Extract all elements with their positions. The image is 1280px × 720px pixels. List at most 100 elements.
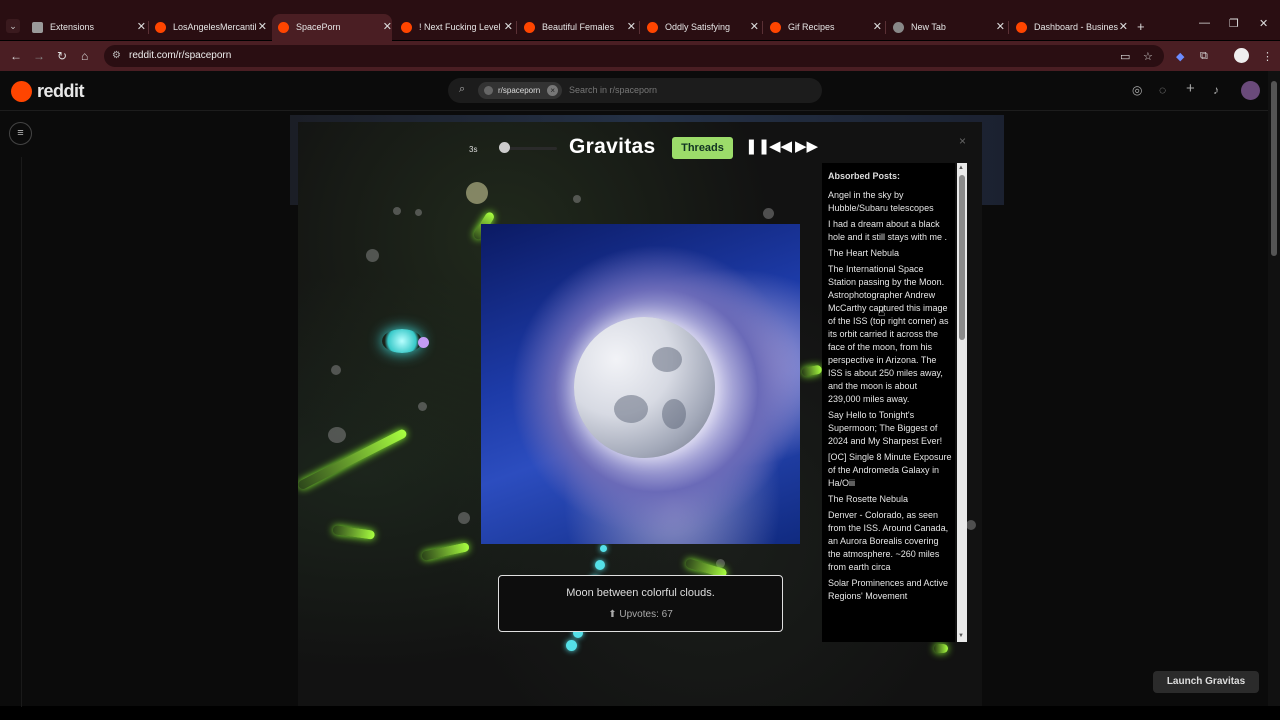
close-icon[interactable]: ✕	[137, 14, 146, 41]
mouse-cursor-icon: ☝	[878, 305, 886, 319]
speed-label: 3s	[469, 145, 478, 154]
reddit-wordmark[interactable]: reddit	[37, 81, 85, 102]
scroll-down-arrow-icon[interactable]: ▼	[958, 633, 964, 639]
close-icon[interactable]: ✕	[504, 14, 513, 41]
upvotes-count: ⬆ Upvotes: 67	[499, 609, 782, 620]
particle	[331, 365, 341, 375]
overlay-close-button[interactable]: ×	[959, 134, 966, 148]
page-scrollbar[interactable]	[1268, 71, 1280, 706]
absorbed-posts-panel: Absorbed Posts: Angel in the sky by Hubb…	[822, 163, 955, 642]
create-post-icon[interactable]: +	[1186, 80, 1195, 97]
close-icon[interactable]: ✕	[1119, 14, 1128, 41]
tab-label: ! Next Fucking Level	[419, 22, 501, 32]
caption-title: Moon between colorful clouds.	[566, 587, 715, 599]
close-icon[interactable]: ✕	[750, 14, 759, 41]
tab-extensions[interactable]: Extensions ✕	[26, 14, 146, 41]
panel-scrollbar-thumb[interactable]	[959, 175, 965, 340]
particle	[966, 520, 976, 530]
absorbed-posts-heading: Absorbed Posts:	[828, 171, 901, 181]
tab-losangelesmercantile[interactable]: LosAngelesMercantil ✕	[149, 14, 267, 41]
profile-avatar[interactable]	[1234, 48, 1249, 63]
absorbed-post-item[interactable]: The Heart Nebula	[828, 247, 952, 260]
window-close-icon[interactable]: ✕	[1259, 17, 1268, 30]
speed-slider-track[interactable]	[505, 147, 557, 150]
reddit-logo-icon[interactable]	[11, 81, 32, 102]
particle	[415, 209, 422, 216]
close-icon[interactable]: ✕	[996, 14, 1005, 41]
reddit-icon	[278, 22, 289, 33]
particle	[600, 545, 607, 552]
chat-icon[interactable]: ◌	[1159, 83, 1166, 97]
sidebar-divider	[21, 157, 22, 707]
particle	[418, 402, 427, 411]
page-scrollbar-thumb[interactable]	[1271, 81, 1277, 256]
pause-icon[interactable]: ❚❚	[745, 137, 770, 155]
subreddit-chip[interactable]: r/spaceporn ×	[478, 82, 563, 99]
hamburger-menu-icon[interactable]: ≡	[9, 122, 32, 145]
close-icon[interactable]: ✕	[873, 14, 882, 41]
absorbed-post-item[interactable]: Denver - Colorado, as seen from the ISS.…	[828, 509, 952, 574]
reddit-icon	[401, 22, 412, 33]
absorbed-post-item[interactable]: Solar Prominences and Active Regions' Mo…	[828, 577, 952, 603]
launch-gravitas-button[interactable]: Launch Gravitas	[1153, 671, 1259, 693]
tab-oddly-satisfying[interactable]: Oddly Satisfying ✕	[641, 14, 759, 41]
tab-label: Oddly Satisfying	[665, 22, 731, 32]
particle	[366, 249, 379, 262]
forward-icon[interactable]: →	[33, 49, 45, 63]
speed-slider-knob[interactable]	[499, 142, 510, 153]
reload-icon[interactable]: ↻	[57, 49, 67, 63]
tab-label: SpacePorn	[296, 22, 341, 32]
post-image[interactable]	[481, 224, 800, 544]
close-icon[interactable]: ✕	[627, 14, 636, 41]
browser-menu-icon[interactable]: ⋮	[1262, 50, 1273, 63]
chip-clear-icon[interactable]: ×	[547, 85, 559, 96]
subreddit-avatar	[484, 86, 493, 95]
upvote-arrow-icon: ⬆	[608, 609, 620, 620]
notification-bell-icon[interactable]: ♪	[1213, 83, 1219, 97]
restore-icon[interactable]: ❐	[1229, 17, 1239, 30]
fast-forward-icon[interactable]: ▶▶	[795, 137, 818, 155]
install-app-icon[interactable]: ▭	[1120, 50, 1130, 63]
close-icon[interactable]: ✕	[258, 14, 267, 41]
tab-spaceporn[interactable]: SpacePorn ✕	[272, 14, 392, 41]
tab-dashboard[interactable]: Dashboard - Busines ✕	[1010, 14, 1128, 41]
search-input[interactable]: Search in r/spaceporn	[569, 85, 657, 95]
absorbed-post-item[interactable]: [OC] Single 8 Minute Exposure of the And…	[828, 451, 952, 490]
tab-gif-recipes[interactable]: Gif Recipes ✕	[764, 14, 882, 41]
browser-toolbar: ← → ↻ ⌂ ⚙ reddit.com/r/spaceporn ▭ ☆ ◆ ⧉…	[0, 41, 1280, 71]
particle	[595, 560, 605, 570]
absorbed-post-item[interactable]: Say Hello to Tonight's Supermoon; The Bi…	[828, 409, 952, 448]
search-bar[interactable]: ⌕ r/spaceporn × Search in r/spaceporn	[448, 78, 822, 103]
close-icon[interactable]: ✕	[383, 14, 392, 41]
site-info-icon[interactable]: ⚙	[112, 50, 121, 61]
extensions-puzzle-icon[interactable]: ⧉	[1200, 50, 1208, 63]
new-tab-button[interactable]: +	[1137, 19, 1145, 34]
back-icon[interactable]: ←	[10, 49, 22, 63]
absorbed-posts-list: Angel in the sky by Hubble/Subaru telesc…	[828, 189, 952, 606]
home-icon[interactable]: ⌂	[81, 49, 88, 63]
absorbed-post-item[interactable]: Angel in the sky by Hubble/Subaru telesc…	[828, 189, 952, 215]
tab-label: LosAngelesMercantil	[173, 22, 257, 32]
cyan-comet	[382, 329, 422, 353]
address-bar[interactable]: ⚙ reddit.com/r/spaceporn	[104, 45, 1164, 67]
url-text: reddit.com/r/spaceporn	[129, 50, 232, 61]
absorbed-post-item[interactable]: The International Space Station passing …	[828, 263, 952, 406]
particle	[573, 195, 581, 203]
extension-icon[interactable]: ◆	[1176, 50, 1184, 63]
tab-next-level[interactable]: ! Next Fucking Level ✕	[395, 14, 513, 41]
absorbed-post-item[interactable]: The Rosette Nebula	[828, 493, 952, 506]
post-caption-card: Moon between colorful clouds. ⬆ Upvotes:…	[498, 575, 783, 632]
particle	[566, 640, 577, 651]
bookmark-star-icon[interactable]: ☆	[1143, 50, 1153, 63]
rewind-icon[interactable]: ◀◀	[769, 137, 792, 155]
reddit-icon	[524, 22, 535, 33]
tab-search-button[interactable]: ⌄	[6, 19, 20, 33]
tab-beautiful-females[interactable]: Beautiful Females ✕	[518, 14, 636, 41]
absorbed-post-item[interactable]: I had a dream about a black hole and it …	[828, 218, 952, 244]
user-avatar[interactable]	[1241, 81, 1260, 100]
scroll-up-arrow-icon[interactable]: ▲	[958, 165, 964, 171]
threads-button[interactable]: Threads	[672, 137, 733, 159]
popular-icon[interactable]: ◎	[1132, 83, 1142, 97]
tab-new-tab[interactable]: New Tab ✕	[887, 14, 1005, 41]
minimize-icon[interactable]: —	[1199, 17, 1210, 29]
